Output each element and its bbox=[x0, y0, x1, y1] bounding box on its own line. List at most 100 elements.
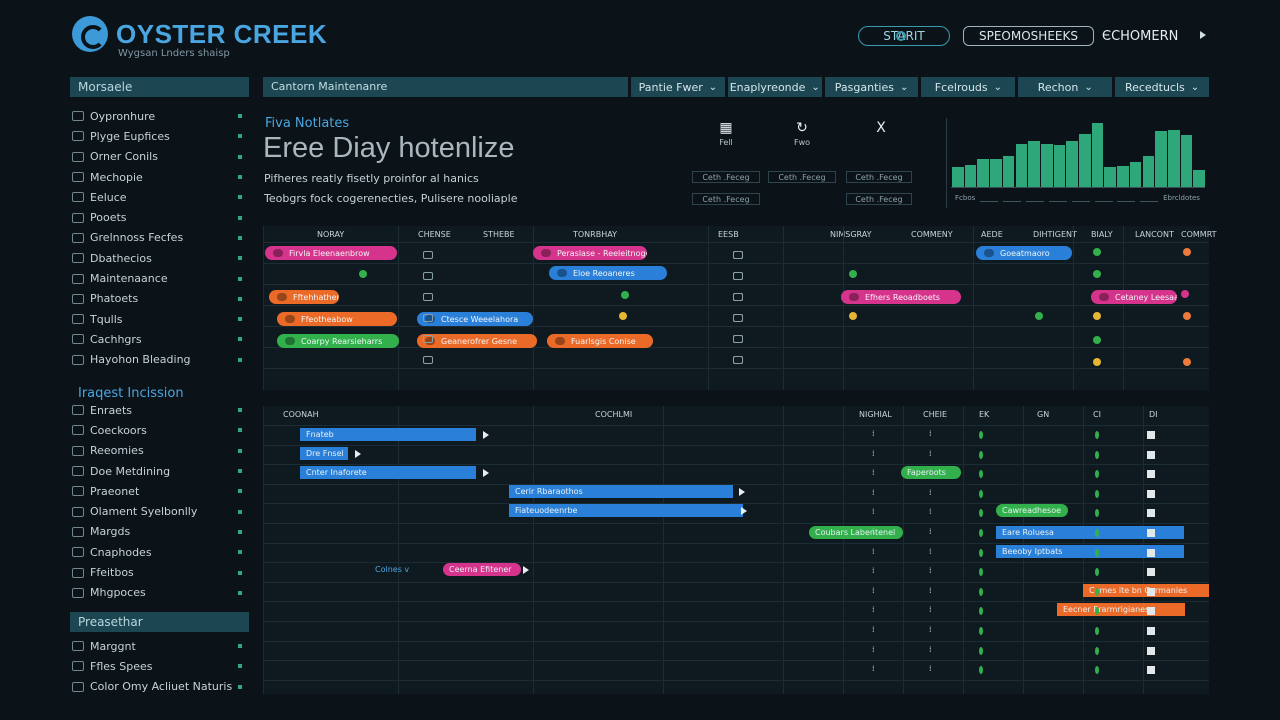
sidebar2-item-0[interactable]: Enraets bbox=[72, 400, 242, 420]
checkbox[interactable] bbox=[423, 272, 433, 280]
pin-icon[interactable] bbox=[238, 664, 242, 669]
pin-icon[interactable] bbox=[238, 509, 242, 514]
timeline-bar[interactable]: Cnter Inaforete bbox=[300, 466, 476, 479]
checkbox[interactable] bbox=[1147, 489, 1155, 498]
column-header[interactable]: NORAY bbox=[317, 230, 344, 239]
sidebar2-item-9[interactable]: Mhgpoces bbox=[72, 583, 242, 603]
task-pill[interactable]: Goeatmaoro bbox=[976, 246, 1072, 260]
dropdown-4[interactable]: Rechon bbox=[1018, 77, 1113, 97]
checkbox[interactable] bbox=[423, 251, 433, 259]
sidebar3-item-1[interactable]: Ffles Spees bbox=[72, 656, 242, 676]
column-header[interactable]: TONRBHAY bbox=[573, 230, 617, 239]
pin-icon[interactable] bbox=[238, 134, 242, 139]
column-header[interactable]: CI bbox=[1093, 410, 1101, 419]
mini-button-3[interactable]: Ceth .Feceg bbox=[692, 193, 760, 205]
checkbox[interactable] bbox=[1147, 646, 1155, 655]
timeline-bar[interactable]: Dre Fnsel bbox=[300, 447, 348, 460]
pin-icon[interactable] bbox=[238, 469, 242, 474]
sidebar-header[interactable]: Morsaele bbox=[70, 77, 249, 97]
sidebar-item-7[interactable]: Dbathecios bbox=[72, 248, 242, 268]
pin-icon[interactable] bbox=[238, 235, 242, 240]
dropdown-0[interactable]: Pantie Fwer bbox=[631, 77, 725, 97]
task-pill[interactable]: Geanerofrer Gesne bbox=[417, 334, 537, 348]
sidebar3-item-0[interactable]: Marggnt bbox=[72, 636, 242, 656]
column-header[interactable]: BIALY bbox=[1091, 230, 1113, 239]
sidebar-item-6[interactable]: Grelnnoss Fecfes bbox=[72, 228, 242, 248]
sidebar-item-3[interactable]: Mechopie bbox=[72, 167, 242, 187]
play-icon[interactable] bbox=[741, 507, 747, 515]
pin-icon[interactable] bbox=[238, 448, 242, 453]
task-pill[interactable]: Ctesce Weeelahora bbox=[417, 312, 533, 326]
sidebar2-item-3[interactable]: Doe Metdining bbox=[72, 461, 242, 481]
dropdown-1[interactable]: Enaplyreonde bbox=[727, 77, 822, 97]
play-icon[interactable] bbox=[523, 566, 529, 574]
checkbox[interactable] bbox=[1147, 431, 1155, 439]
checkbox[interactable] bbox=[423, 356, 433, 364]
play-icon[interactable] bbox=[483, 469, 489, 477]
column-header[interactable]: COMMRT bbox=[1181, 230, 1217, 239]
column-header[interactable]: COMMENY bbox=[911, 230, 953, 239]
task-pill[interactable]: Firvla Eleenaenbrow bbox=[265, 246, 397, 260]
checkbox[interactable] bbox=[733, 272, 743, 280]
timeline-bar[interactable]: Comes ite bn Cermanies bbox=[1083, 584, 1209, 597]
checkbox[interactable] bbox=[1147, 587, 1155, 596]
pin-icon[interactable] bbox=[238, 570, 242, 575]
pin-icon[interactable] bbox=[238, 256, 242, 261]
sidebar-item-10[interactable]: Tqulls bbox=[72, 309, 242, 329]
pin-icon[interactable] bbox=[238, 489, 242, 494]
sidebar2-item-4[interactable]: Praeonet bbox=[72, 481, 242, 501]
pin-icon[interactable] bbox=[238, 276, 242, 281]
play-icon[interactable] bbox=[739, 488, 745, 496]
checkbox[interactable] bbox=[1147, 627, 1155, 635]
timeline-bar[interactable]: Fnateb bbox=[300, 428, 476, 441]
checkbox[interactable] bbox=[1147, 529, 1155, 537]
pin-icon[interactable] bbox=[238, 296, 242, 301]
column-header[interactable]: NIMSGRAY bbox=[830, 230, 872, 239]
checkbox[interactable] bbox=[733, 356, 743, 364]
checkbox[interactable] bbox=[1147, 509, 1155, 518]
sidebar-item-4[interactable]: Eeluce bbox=[72, 187, 242, 207]
column-header[interactable]: COONAH bbox=[283, 410, 319, 419]
sidebar2-item-8[interactable]: Ffeitbos bbox=[72, 562, 242, 582]
column-header[interactable]: EESB bbox=[718, 230, 739, 239]
column-header[interactable]: CHEIE bbox=[923, 410, 947, 419]
sidebar2-item-2[interactable]: Reeomies bbox=[72, 441, 242, 461]
column-header[interactable]: GN bbox=[1037, 410, 1049, 419]
checkbox[interactable] bbox=[423, 335, 433, 343]
dropdown-5[interactable]: Recedtucls bbox=[1115, 77, 1209, 97]
pin-icon[interactable] bbox=[238, 215, 242, 220]
checkbox[interactable] bbox=[733, 314, 743, 322]
sidebar2-item-5[interactable]: Olament Syelbonlly bbox=[72, 501, 242, 521]
checkbox[interactable] bbox=[1147, 568, 1155, 577]
sidebar-section3-header[interactable]: Preasethar bbox=[70, 612, 249, 632]
pin-icon[interactable] bbox=[238, 529, 242, 534]
pin-icon[interactable] bbox=[238, 408, 242, 413]
play-icon[interactable] bbox=[483, 431, 489, 439]
mini-button-4[interactable]: Ceth .Feceg bbox=[846, 193, 912, 205]
pin-icon[interactable] bbox=[238, 644, 242, 649]
mini-button-1[interactable]: Ceth .Feceg bbox=[768, 171, 836, 183]
pin-icon[interactable] bbox=[238, 154, 242, 159]
checkbox[interactable] bbox=[423, 293, 433, 301]
pin-icon[interactable] bbox=[238, 114, 242, 119]
column-header[interactable]: DIHTIGENT bbox=[1033, 230, 1077, 239]
sidebar-item-2[interactable]: Orner Conils bbox=[72, 147, 242, 167]
sidebar2-item-7[interactable]: Cnaphodes bbox=[72, 542, 242, 562]
timeline-bar[interactable]: Cawreadhesoe bbox=[996, 504, 1068, 517]
play-icon[interactable] bbox=[1200, 31, 1206, 39]
pin-icon[interactable] bbox=[238, 428, 242, 433]
pin-icon[interactable] bbox=[238, 684, 242, 689]
checkbox[interactable] bbox=[423, 314, 433, 322]
column-header[interactable]: STHEBE bbox=[483, 230, 515, 239]
sidebar-item-8[interactable]: Maintenaance bbox=[72, 268, 242, 288]
checkbox[interactable] bbox=[733, 293, 743, 301]
pin-icon[interactable] bbox=[238, 317, 242, 322]
task-pill[interactable]: Peraslase - Reeleitnoge bbox=[533, 246, 647, 260]
column-header[interactable]: EK bbox=[979, 410, 989, 419]
checkbox[interactable] bbox=[733, 251, 743, 259]
sidebar3-item-2[interactable]: Color Omy Acliuet Naturis bbox=[72, 677, 242, 697]
sidebar2-item-1[interactable]: Coeckoors bbox=[72, 420, 242, 440]
checkbox[interactable] bbox=[1147, 666, 1155, 675]
pin-icon[interactable] bbox=[238, 195, 242, 200]
timeline-bar[interactable]: Coubars Labentenel bbox=[809, 526, 903, 539]
